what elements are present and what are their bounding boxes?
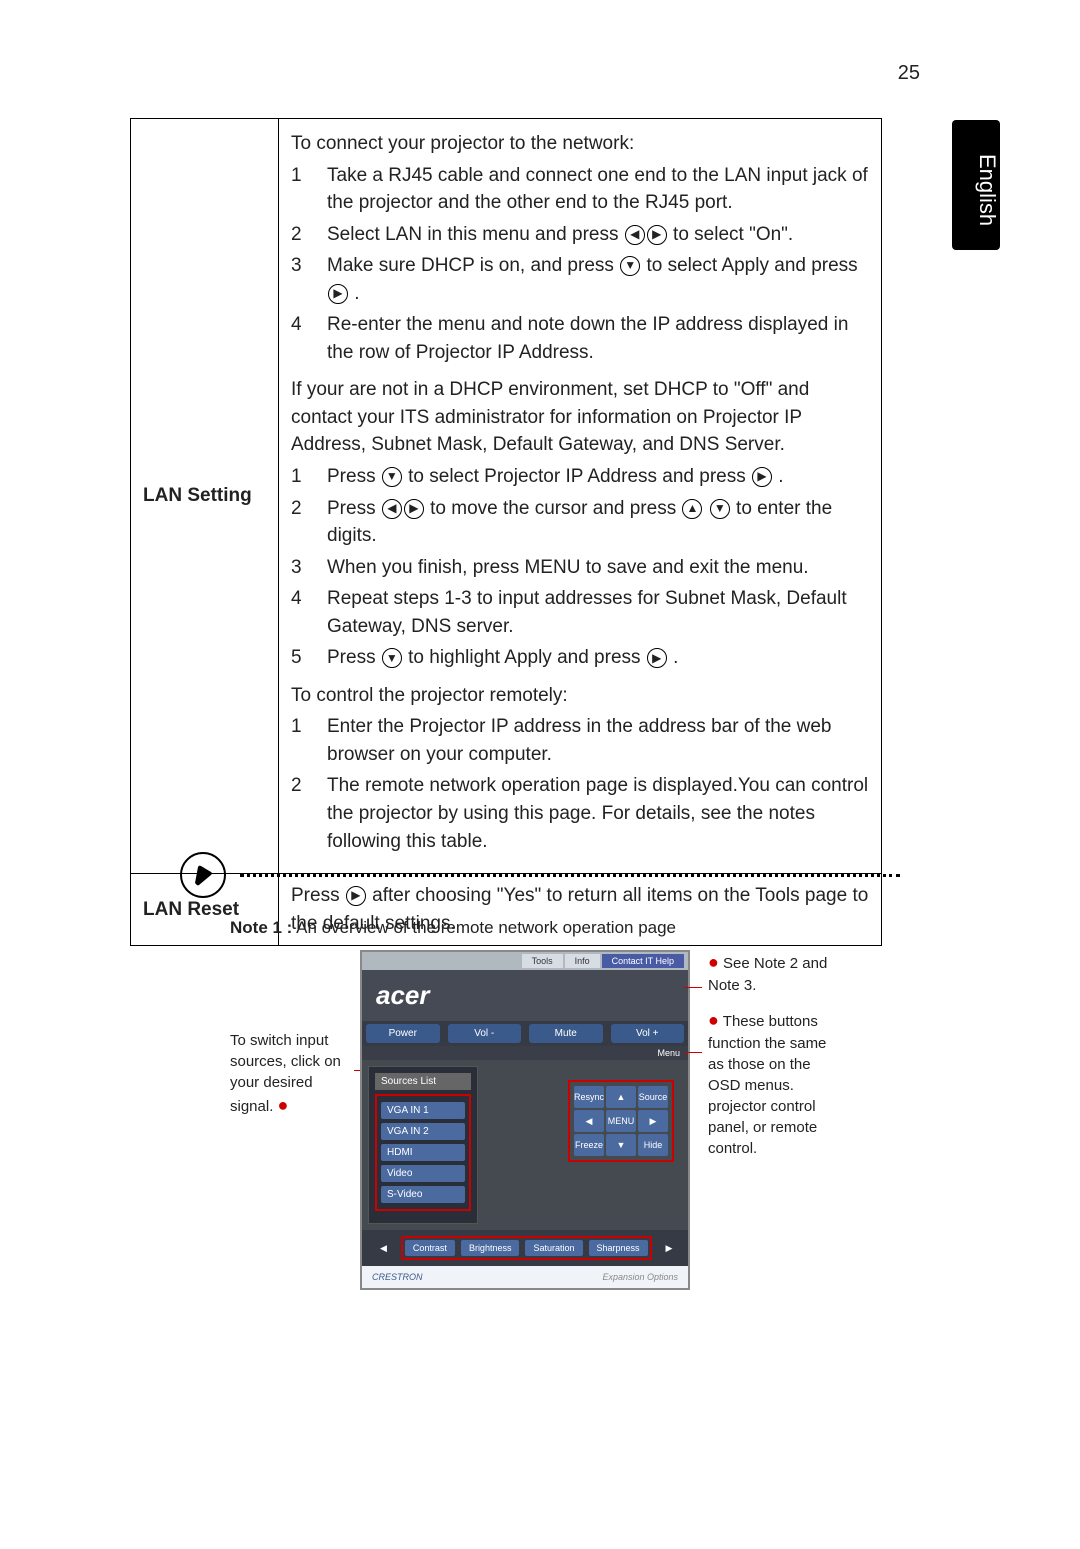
tab-contact-it[interactable]: Contact IT Help [602, 954, 684, 968]
hide-button[interactable]: Hide [638, 1134, 668, 1156]
language-tab-english: English [952, 120, 1000, 250]
app-footer: CRESTRON Expansion Options [362, 1266, 688, 1288]
menu-button[interactable]: MENU [606, 1110, 636, 1132]
overview-left-caption: To switch input sources, click on your d… [230, 950, 360, 1118]
dpad-down[interactable]: ▼ [606, 1134, 636, 1156]
dpad-up[interactable]: ▲ [606, 1086, 636, 1108]
app-tabs: Tools Info Contact IT Help [362, 952, 688, 970]
step-a-3: 3Make sure DHCP is on, and press ▼ to se… [291, 252, 869, 307]
down-arrow-icon: ▼ [382, 467, 402, 487]
step-b-1: 1Press ▼ to select Projector IP Address … [291, 463, 869, 491]
up-arrow-icon: ▲ [682, 499, 702, 519]
connect-intro: To connect your projector to the network… [291, 130, 869, 158]
down-arrow-icon: ▼ [382, 648, 402, 668]
sharpness-button[interactable]: Sharpness [589, 1240, 648, 1256]
right-arrow-icon: ▶ [752, 467, 772, 487]
dpad-control: Resync ▲ Source ◀ MENU ▶ Freeze ▼ Hide [568, 1080, 674, 1162]
dpad-right[interactable]: ▶ [638, 1110, 668, 1132]
sources-highlight: VGA IN 1 VGA IN 2 HDMI Video S-Video [375, 1094, 471, 1211]
contrast-button[interactable]: Contrast [405, 1240, 455, 1256]
note-1-title: Note 1 : An overview of the remote netwo… [230, 918, 900, 938]
resync-button[interactable]: Resync [574, 1086, 604, 1108]
source-svideo[interactable]: S-Video [381, 1186, 465, 1203]
source-video[interactable]: Video [381, 1165, 465, 1182]
note-icon [180, 852, 226, 898]
acer-logo: acer [376, 980, 430, 1010]
right-arrow-icon: ▶ [404, 499, 424, 519]
menu-label: Menu [362, 1046, 688, 1060]
step-b-2: 2Press ◀▶ to move the cursor and press ▲… [291, 495, 869, 550]
divider-dots [240, 874, 900, 877]
vol-down-button[interactable]: Vol - [448, 1024, 522, 1043]
saturation-button[interactable]: Saturation [525, 1240, 582, 1256]
power-button[interactable]: Power [366, 1024, 440, 1043]
source-hdmi[interactable]: HDMI [381, 1144, 465, 1161]
left-arrow-icon: ◀ [625, 225, 645, 245]
source-vga1[interactable]: VGA IN 1 [381, 1102, 465, 1119]
lan-setting-description: To connect your projector to the network… [279, 119, 882, 874]
dhcp-off-paragraph: If your are not in a DHCP environment, s… [291, 376, 869, 459]
step-a-2: 2Select LAN in this menu and press ◀▶ to… [291, 221, 869, 249]
right-arrow-icon: ▶ [328, 284, 348, 304]
note-section: Note 1 : An overview of the remote netwo… [180, 852, 900, 1290]
remote-intro: To control the projector remotely: [291, 682, 869, 710]
settings-table: LAN Setting To connect your projector to… [130, 118, 882, 946]
freeze-button[interactable]: Freeze [574, 1134, 604, 1156]
source-button[interactable]: Source [638, 1086, 668, 1108]
row-label-lan-setting: LAN Setting [131, 119, 279, 874]
mute-button[interactable]: Mute [529, 1024, 603, 1043]
dpad-left[interactable]: ◀ [574, 1110, 604, 1132]
left-arrow-icon: ◀ [382, 499, 402, 519]
remote-page-overview: To switch input sources, click on your d… [230, 950, 900, 1290]
step-c-1: 1Enter the Projector IP address in the a… [291, 713, 869, 768]
remote-app-mock: Tools Info Contact IT Help acer Power Vo… [360, 950, 690, 1290]
vol-up-button[interactable]: Vol + [611, 1024, 685, 1043]
sources-header: Sources List [375, 1073, 471, 1090]
step-a-1: 1Take a RJ45 cable and connect one end t… [291, 162, 869, 217]
overview-right-captions: ● See Note 2 and Note 3. ● These buttons… [690, 950, 840, 1171]
app-logo-bar: acer [362, 970, 688, 1021]
page-number: 25 [898, 62, 920, 85]
app-bottom-bar: ◀ Contrast Brightness Saturation Sharpne… [362, 1230, 688, 1266]
app-toolbar: Power Vol - Mute Vol + [362, 1021, 688, 1046]
right-arrow-icon: ▶ [647, 648, 667, 668]
step-b-3: 3When you finish, press MENU to save and… [291, 554, 869, 582]
sources-list: Sources List VGA IN 1 VGA IN 2 HDMI Vide… [368, 1066, 478, 1224]
step-b-5: 5Press ▼ to highlight Apply and press ▶ … [291, 644, 869, 672]
step-b-4: 4Repeat steps 1-3 to input addresses for… [291, 585, 869, 640]
tab-info[interactable]: Info [565, 954, 600, 968]
crestron-logo: CRESTRON [372, 1272, 423, 1282]
down-arrow-icon: ▼ [710, 499, 730, 519]
brightness-button[interactable]: Brightness [461, 1240, 520, 1256]
source-vga2[interactable]: VGA IN 2 [381, 1123, 465, 1140]
down-arrow-icon: ▼ [620, 256, 640, 276]
step-a-4: 4Re-enter the menu and note down the IP … [291, 311, 869, 366]
step-c-2: 2The remote network operation page is di… [291, 772, 869, 855]
adjust-highlight: Contrast Brightness Saturation Sharpness [401, 1236, 652, 1260]
expansion-options: Expansion Options [602, 1272, 678, 1282]
tab-tools[interactable]: Tools [522, 954, 563, 968]
right-arrow-icon: ▶ [647, 225, 667, 245]
